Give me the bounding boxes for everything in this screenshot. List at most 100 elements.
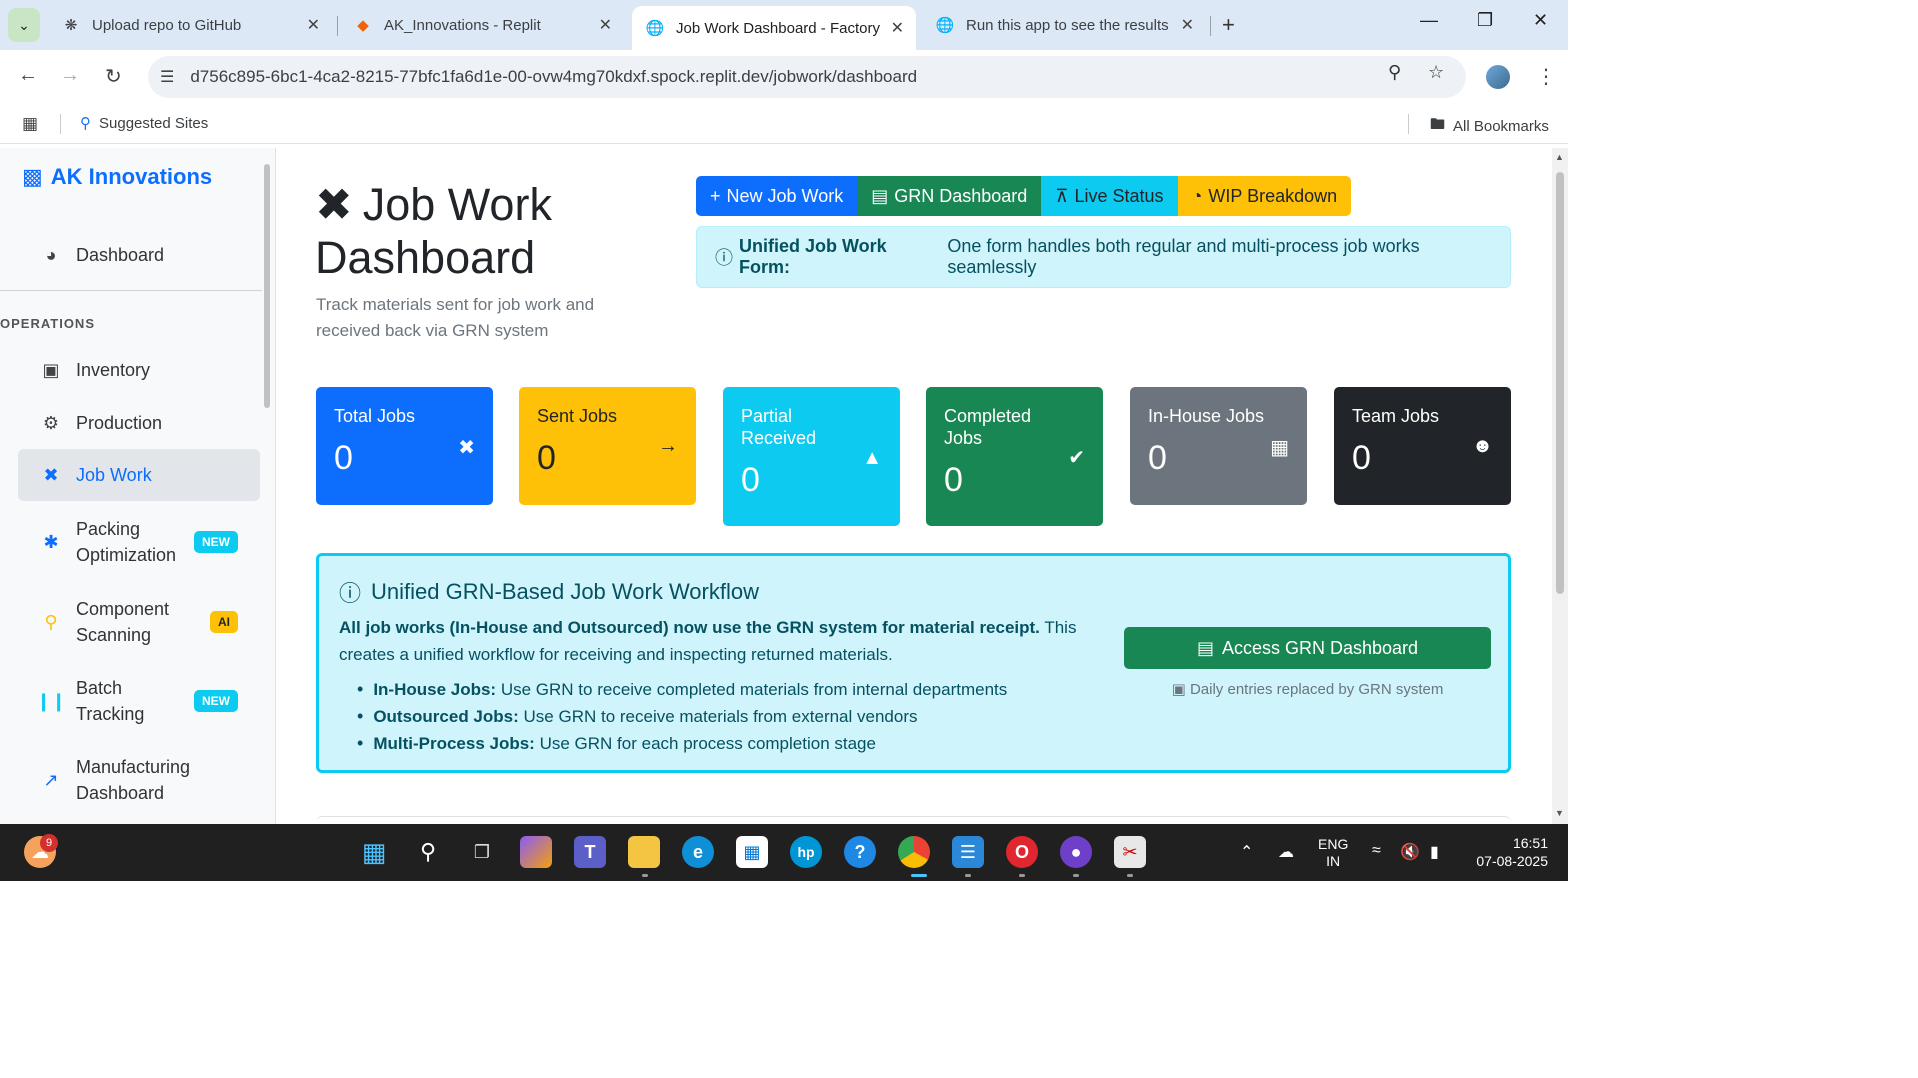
reload-icon[interactable]: ↻ xyxy=(105,64,122,89)
puzzle-icon: ✱ xyxy=(43,531,59,552)
bookmark-star-icon[interactable]: ☆ xyxy=(1428,62,1444,83)
site-info-icon[interactable]: ☰ xyxy=(160,67,174,87)
menu-icon[interactable]: ⋮ xyxy=(1536,64,1556,89)
battery-icon[interactable]: ▮ xyxy=(1430,842,1439,862)
teams-icon[interactable]: T xyxy=(574,836,606,868)
globe-icon: 🌐 xyxy=(935,17,955,34)
robot-icon: ▣ xyxy=(1171,681,1186,698)
stat-card-in-house-jobs: In-House Jobs 0 ▦ xyxy=(1130,387,1307,505)
sidebar-item-packing-optimization[interactable]: ✱ Packing Optimization NEW xyxy=(18,514,260,570)
sidebar-item-batch-tracking[interactable]: ❙❙ Batch Tracking NEW xyxy=(18,673,260,729)
system-clock[interactable]: 16:51 07-08-2025 xyxy=(1468,834,1548,870)
list-item-bold: Multi-Process Jobs: xyxy=(373,734,535,753)
cloud-icon[interactable]: ☁ xyxy=(1278,842,1294,862)
forward-icon[interactable]: → xyxy=(60,64,80,87)
list-item: In-House Jobs: Use GRN to receive comple… xyxy=(357,676,1007,703)
sidebar-item-inventory[interactable]: ▣ Inventory xyxy=(18,353,260,387)
wip-breakdown-button[interactable]: ◔ WIP Breakdown xyxy=(1177,176,1352,216)
ai-badge: AI xyxy=(210,611,238,633)
gauge-icon: ◕ xyxy=(45,244,57,265)
running-indicator xyxy=(1127,874,1133,877)
sidebar-item-label: Batch Tracking xyxy=(76,678,145,724)
close-icon[interactable]: ✕ xyxy=(1181,15,1194,35)
page-title: ✖ Job Work Dashboard xyxy=(315,178,655,284)
workflow-title-text: Unified GRN-Based Job Work Workflow xyxy=(371,579,759,604)
minimize-icon[interactable]: — xyxy=(1420,10,1438,31)
window-close-icon[interactable]: ✕ xyxy=(1533,10,1548,31)
all-bookmarks[interactable]: 🖿 All Bookmarks xyxy=(1430,114,1549,139)
github-icon[interactable]: ● xyxy=(1060,836,1092,868)
browser-tab-active[interactable]: 🌐 Job Work Dashboard - Factory M ✕ xyxy=(632,6,916,50)
browser-tab[interactable]: ◆ AK_Innovations - Replit ✕ xyxy=(340,6,624,44)
browser-tab[interactable]: 🌐 Run this app to see the results h ✕ xyxy=(922,6,1206,44)
scrollbar-thumb[interactable] xyxy=(1556,172,1564,594)
close-icon[interactable]: ✕ xyxy=(891,18,904,38)
chrome-icon[interactable] xyxy=(898,836,930,868)
tools-icon: ✖ xyxy=(458,437,475,459)
button-label: WIP Breakdown xyxy=(1208,185,1338,206)
grn-dashboard-button[interactable]: ▤ GRN Dashboard xyxy=(857,176,1042,216)
sidebar-item-dashboard[interactable]: ◕ Dashboard xyxy=(18,238,260,272)
alert-text: One form handles both regular and multi-… xyxy=(947,236,1420,277)
sidebar-item-production[interactable]: ⚙ Production xyxy=(18,406,260,440)
region-code: IN xyxy=(1326,853,1341,869)
new-job-work-button[interactable]: + New Job Work xyxy=(696,176,858,216)
barcode-icon: ❙❙ xyxy=(36,690,67,711)
sidebar-item-job-work[interactable]: ✖ Job Work xyxy=(18,449,260,501)
info-icon: ⓘ xyxy=(715,248,733,268)
stat-label: Total Jobs xyxy=(334,406,416,426)
workflow-desc-bold: All job works (In-House and Outsourced) … xyxy=(339,618,1040,637)
back-icon[interactable]: ← xyxy=(18,64,38,87)
sidebar-divider xyxy=(0,290,262,291)
restore-icon[interactable]: ❐ xyxy=(1477,10,1493,31)
scroll-down-icon[interactable]: ▼ xyxy=(1555,808,1564,818)
bookmark-suggested-sites[interactable]: ⚲ Suggested Sites xyxy=(80,114,209,133)
scroll-up-icon[interactable]: ▲ xyxy=(1555,152,1564,162)
close-icon[interactable]: ✕ xyxy=(307,15,320,35)
live-status-button[interactable]: ⊼ Live Status xyxy=(1041,176,1178,216)
sidebar-item-label: Job Work xyxy=(76,465,152,485)
access-grn-dashboard-button[interactable]: ▤ Access GRN Dashboard xyxy=(1124,627,1491,669)
file-explorer-icon[interactable] xyxy=(628,836,660,868)
address-bar[interactable]: ☰ d756c895-6bc1-4ca2-8215-77bfc1fa6d1e-0… xyxy=(148,56,1466,98)
sidebar-item-component-scanning[interactable]: ⚲ Component Scanning AI xyxy=(18,594,260,650)
stat-value: 0 xyxy=(537,439,556,477)
notepad-icon[interactable]: ☰ xyxy=(952,836,984,868)
button-label: Live Status xyxy=(1074,185,1164,206)
chevron-up-icon[interactable]: ⌃ xyxy=(1240,842,1253,862)
task-view-icon[interactable]: ❐ xyxy=(466,836,498,868)
apps-grid-icon[interactable]: ▦ xyxy=(22,114,38,134)
windows-start-icon[interactable]: ▦ xyxy=(358,836,390,868)
tab-search-button[interactable]: ⌄ xyxy=(8,8,40,42)
language-code: ENG xyxy=(1318,836,1349,852)
zoom-icon[interactable]: ⚲ xyxy=(1388,62,1401,83)
stat-label: Team Jobs xyxy=(1352,406,1440,426)
receipt-icon: ▤ xyxy=(871,185,889,206)
close-icon[interactable]: ✕ xyxy=(599,15,612,35)
sidebar-item-manufacturing-dashboard[interactable]: ↗ Manufacturing Dashboard xyxy=(18,752,260,808)
new-tab-button[interactable]: + xyxy=(1222,12,1235,38)
snipping-tool-icon[interactable]: ✂ xyxy=(1114,836,1146,868)
browser-tab[interactable]: ❋ Upload repo to GitHub ✕ xyxy=(48,6,332,44)
copilot-icon[interactable] xyxy=(520,836,552,868)
tab-title: Run this app to see the results h xyxy=(966,16,1171,34)
volume-mute-icon[interactable]: 🔇 xyxy=(1400,842,1420,862)
url-text[interactable]: d756c895-6bc1-4ca2-8215-77bfc1fa6d1e-00-… xyxy=(190,67,917,87)
edge-icon[interactable]: e xyxy=(682,836,714,868)
sidebar-scrollbar[interactable] xyxy=(264,164,270,408)
profile-avatar[interactable] xyxy=(1486,65,1510,89)
brand-logo[interactable]: ▩ AK Innovations xyxy=(22,164,212,190)
workflow-description: All job works (In-House and Outsourced) … xyxy=(339,614,1109,668)
hp-icon[interactable]: hp xyxy=(790,836,822,868)
bookmark-label: Suggested Sites xyxy=(99,114,209,132)
list-item-text: Use GRN for each process completion stag… xyxy=(539,734,876,753)
wifi-icon[interactable]: ≈ xyxy=(1372,842,1381,860)
list-item-text: Use GRN to receive completed materials f… xyxy=(500,680,1008,699)
grn-note-text: Daily entries replaced by GRN system xyxy=(1189,681,1444,698)
opera-icon[interactable]: O xyxy=(1006,836,1038,868)
search-icon[interactable]: ⚲ xyxy=(412,836,444,868)
store-icon[interactable]: ▦ xyxy=(736,836,768,868)
language-indicator[interactable]: ENG IN xyxy=(1318,836,1348,870)
page-scrollbar[interactable]: ▲ ▼ xyxy=(1552,148,1568,824)
help-icon[interactable]: ? xyxy=(844,836,876,868)
